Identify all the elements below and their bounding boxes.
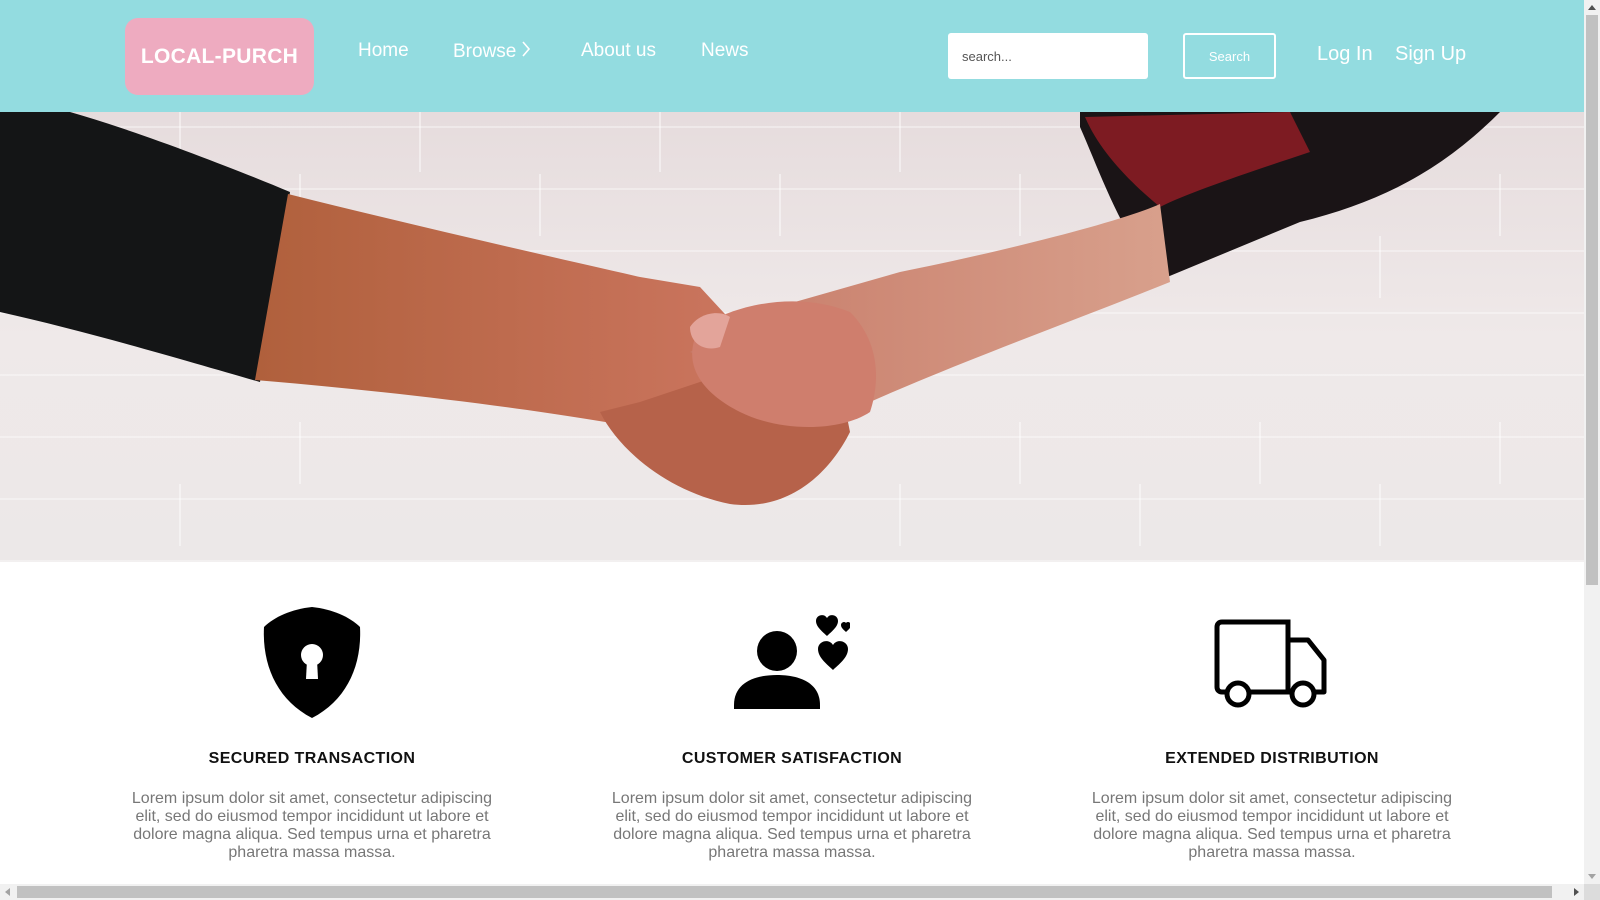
feature-title: CUSTOMER SATISFACTION: [681, 750, 903, 767]
logo[interactable]: LOCAL-PURCH: [125, 18, 314, 95]
nav-news[interactable]: News: [701, 40, 749, 62]
nav-home-label: Home: [358, 40, 409, 61]
nav-about-us-label: About us: [581, 40, 656, 61]
feature-title: SECURED TRANSACTION: [208, 750, 416, 767]
login-link[interactable]: Log In: [1317, 43, 1373, 66]
feature-extended-distribution: EXTENDED DISTRIBUTION Lorem ipsum dolor …: [1082, 600, 1462, 862]
hero-handshake-image: [0, 112, 1584, 562]
horizontal-scroll-thumb[interactable]: [17, 886, 1552, 898]
feature-description: Lorem ipsum dolor sit amet, consectetur …: [131, 790, 493, 861]
site-header: LOCAL-PURCH Home Browse About us News Se…: [0, 0, 1584, 112]
signup-link[interactable]: Sign Up: [1395, 43, 1466, 66]
chevron-right-icon: [521, 40, 531, 64]
feature-title: EXTENDED DISTRIBUTION: [1165, 750, 1379, 767]
search-input[interactable]: [948, 33, 1148, 79]
vertical-scroll-thumb[interactable]: [1586, 15, 1598, 585]
scroll-right-arrow-icon[interactable]: [1574, 888, 1579, 896]
search-button[interactable]: Search: [1183, 33, 1276, 79]
nav-news-label: News: [701, 40, 749, 61]
nav-home[interactable]: Home: [358, 40, 409, 62]
horizontal-scrollbar[interactable]: [0, 884, 1584, 900]
vertical-scrollbar[interactable]: [1584, 0, 1600, 884]
scroll-up-arrow-icon[interactable]: [1588, 5, 1596, 10]
scroll-down-arrow-icon[interactable]: [1588, 874, 1596, 879]
scroll-left-arrow-icon[interactable]: [5, 888, 10, 896]
feature-description: Lorem ipsum dolor sit amet, consectetur …: [611, 790, 973, 861]
feature-customer-satisfaction: CUSTOMER SATISFACTION Lorem ipsum dolor …: [602, 600, 982, 862]
nav-browse-label: Browse: [453, 41, 517, 62]
shield-keyhole-icon: [262, 605, 362, 725]
feature-description: Lorem ipsum dolor sit amet, consectetur …: [1091, 790, 1453, 861]
user-hearts-icon: [734, 613, 851, 718]
scrollbar-corner: [1584, 884, 1600, 900]
handshake-illustration: [0, 112, 1501, 546]
nav-browse[interactable]: Browse: [453, 40, 531, 64]
feature-secured-transaction: SECURED TRANSACTION Lorem ipsum dolor si…: [122, 600, 502, 862]
nav-about-us[interactable]: About us: [581, 40, 656, 62]
truck-icon: [1214, 618, 1330, 713]
